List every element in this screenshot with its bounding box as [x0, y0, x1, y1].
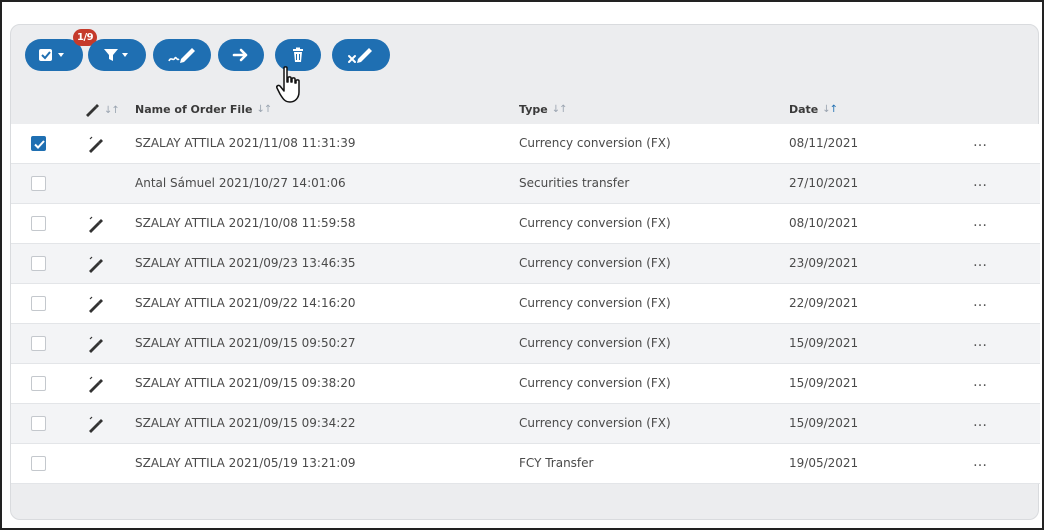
row-more-menu-icon[interactable]: … [973, 364, 987, 403]
signature-pen-icon [168, 48, 195, 63]
order-date: 15/09/2021 [789, 336, 859, 350]
order-file-name: SZALAY ATTILA 2021/09/15 09:38:20 [135, 376, 356, 390]
sort-icon: ↓↑ [551, 104, 568, 115]
order-file-name: Antal Sámuel 2021/10/27 14:01:06 [135, 176, 346, 190]
table-row[interactable]: SZALAY ATTILA 2021/10/08 11:59:58 Currenc… [11, 204, 1040, 244]
row-checkbox[interactable] [31, 416, 46, 431]
table-row[interactable]: SZALAY ATTILA 2021/09/15 09:34:22 Currenc… [11, 404, 1040, 444]
signed-pen-icon [86, 295, 104, 313]
order-date: 19/05/2021 [789, 456, 859, 470]
arrow-right-icon [232, 48, 248, 62]
row-more-menu-icon[interactable]: … [973, 324, 987, 363]
order-date: 22/09/2021 [789, 296, 859, 310]
row-more-menu-icon[interactable]: … [973, 164, 987, 203]
row-checkbox[interactable] [31, 136, 46, 151]
pen-icon [86, 104, 99, 117]
checkbox-dropdown-icon [39, 49, 64, 61]
checkmark-icon [34, 140, 45, 149]
window-frame: 1/9 ↓↑ Name of Order File ↓↑ Type ↓↑ Dat… [0, 0, 1044, 530]
order-file-name: SZALAY ATTILA 2021/09/15 09:50:27 [135, 336, 356, 350]
order-file-name: SZALAY ATTILA 2021/05/19 13:21:09 [135, 456, 356, 470]
row-checkbox[interactable] [31, 256, 46, 271]
row-checkbox[interactable] [31, 456, 46, 471]
row-more-menu-icon[interactable]: … [973, 444, 987, 483]
signed-pen-icon [86, 335, 104, 353]
order-date: 08/11/2021 [789, 136, 859, 150]
trash-icon [293, 47, 303, 62]
order-type: Securities transfer [519, 176, 630, 190]
signed-column-header[interactable]: ↓↑ [84, 103, 120, 117]
row-more-menu-icon[interactable]: … [973, 404, 987, 443]
order-date: 08/10/2021 [789, 216, 859, 230]
type-column-header[interactable]: Type ↓↑ [519, 103, 568, 116]
filter-button[interactable] [88, 39, 146, 71]
order-file-name: SZALAY ATTILA 2021/10/08 11:59:58 [135, 216, 356, 230]
sort-icon: ↓↑ [104, 104, 120, 116]
table-row[interactable]: SZALAY ATTILA 2021/11/08 11:31:39 Currenc… [11, 124, 1040, 164]
signed-pen-icon [86, 215, 104, 233]
order-type: Currency conversion (FX) [519, 376, 671, 390]
order-type: Currency conversion (FX) [519, 216, 671, 230]
order-date: 23/09/2021 [789, 256, 859, 270]
hand-pointer-cursor [276, 66, 300, 103]
table-row[interactable]: SZALAY ATTILA 2021/05/19 13:21:09 FCY Tra… [11, 444, 1040, 484]
select-menu-button[interactable]: 1/9 [25, 29, 98, 71]
order-type: Currency conversion (FX) [519, 296, 671, 310]
sort-active-icon: ↓↑ [822, 104, 838, 115]
signed-pen-icon [86, 135, 104, 153]
filter-dropdown-icon [104, 49, 128, 61]
table-row[interactable]: Antal Sámuel 2021/10/27 14:01:06 Securiti… [11, 164, 1040, 204]
order-type: Currency conversion (FX) [519, 336, 671, 350]
table-row[interactable]: SZALAY ATTILA 2021/09/15 09:38:20 Currenc… [11, 364, 1040, 404]
order-file-name: SZALAY ATTILA 2021/11/08 11:31:39 [135, 136, 356, 150]
row-checkbox[interactable] [31, 216, 46, 231]
order-type: FCY Transfer [519, 456, 594, 470]
order-file-name: SZALAY ATTILA 2021/09/22 14:16:20 [135, 296, 356, 310]
signed-pen-icon [86, 415, 104, 433]
table-row[interactable]: SZALAY ATTILA 2021/09/23 13:46:35 Currenc… [11, 244, 1040, 284]
row-checkbox[interactable] [31, 336, 46, 351]
send-button[interactable] [218, 39, 264, 71]
order-date: 15/09/2021 [789, 416, 859, 430]
order-files-panel: 1/9 ↓↑ Name of Order File ↓↑ Type ↓↑ Dat… [10, 24, 1040, 520]
order-type: Currency conversion (FX) [519, 136, 671, 150]
signed-pen-icon [86, 375, 104, 393]
row-checkbox[interactable] [31, 296, 46, 311]
row-more-menu-icon[interactable]: … [973, 124, 987, 163]
table-header: ↓↑ Name of Order File ↓↑ Type ↓↑ Date ↓↑ [11, 103, 1040, 121]
order-file-name: SZALAY ATTILA 2021/09/23 13:46:35 [135, 256, 356, 270]
remove-signature-button[interactable] [332, 39, 390, 71]
order-date: 15/09/2021 [789, 376, 859, 390]
row-more-menu-icon[interactable]: … [973, 284, 987, 323]
row-checkbox[interactable] [31, 376, 46, 391]
delete-button[interactable] [275, 39, 321, 71]
signed-pen-icon [86, 255, 104, 273]
sign-button[interactable] [153, 39, 211, 71]
order-type: Currency conversion (FX) [519, 256, 671, 270]
name-column-header[interactable]: Name of Order File ↓↑ [135, 103, 272, 116]
order-file-name: SZALAY ATTILA 2021/09/15 09:34:22 [135, 416, 356, 430]
table-row[interactable]: SZALAY ATTILA 2021/09/15 09:50:27 Currenc… [11, 324, 1040, 364]
order-type: Currency conversion (FX) [519, 416, 671, 430]
row-more-menu-icon[interactable]: … [973, 204, 987, 243]
sort-icon: ↓↑ [256, 104, 272, 115]
row-checkbox[interactable] [31, 176, 46, 191]
table-row[interactable]: SZALAY ATTILA 2021/09/22 14:16:20 Currenc… [11, 284, 1040, 324]
pen-cross-icon [348, 48, 372, 63]
date-column-header[interactable]: Date ↓↑ [789, 103, 838, 116]
order-date: 27/10/2021 [789, 176, 859, 190]
order-files-table: SZALAY ATTILA 2021/11/08 11:31:39 Currenc… [11, 124, 1040, 484]
row-more-menu-icon[interactable]: … [973, 244, 987, 283]
